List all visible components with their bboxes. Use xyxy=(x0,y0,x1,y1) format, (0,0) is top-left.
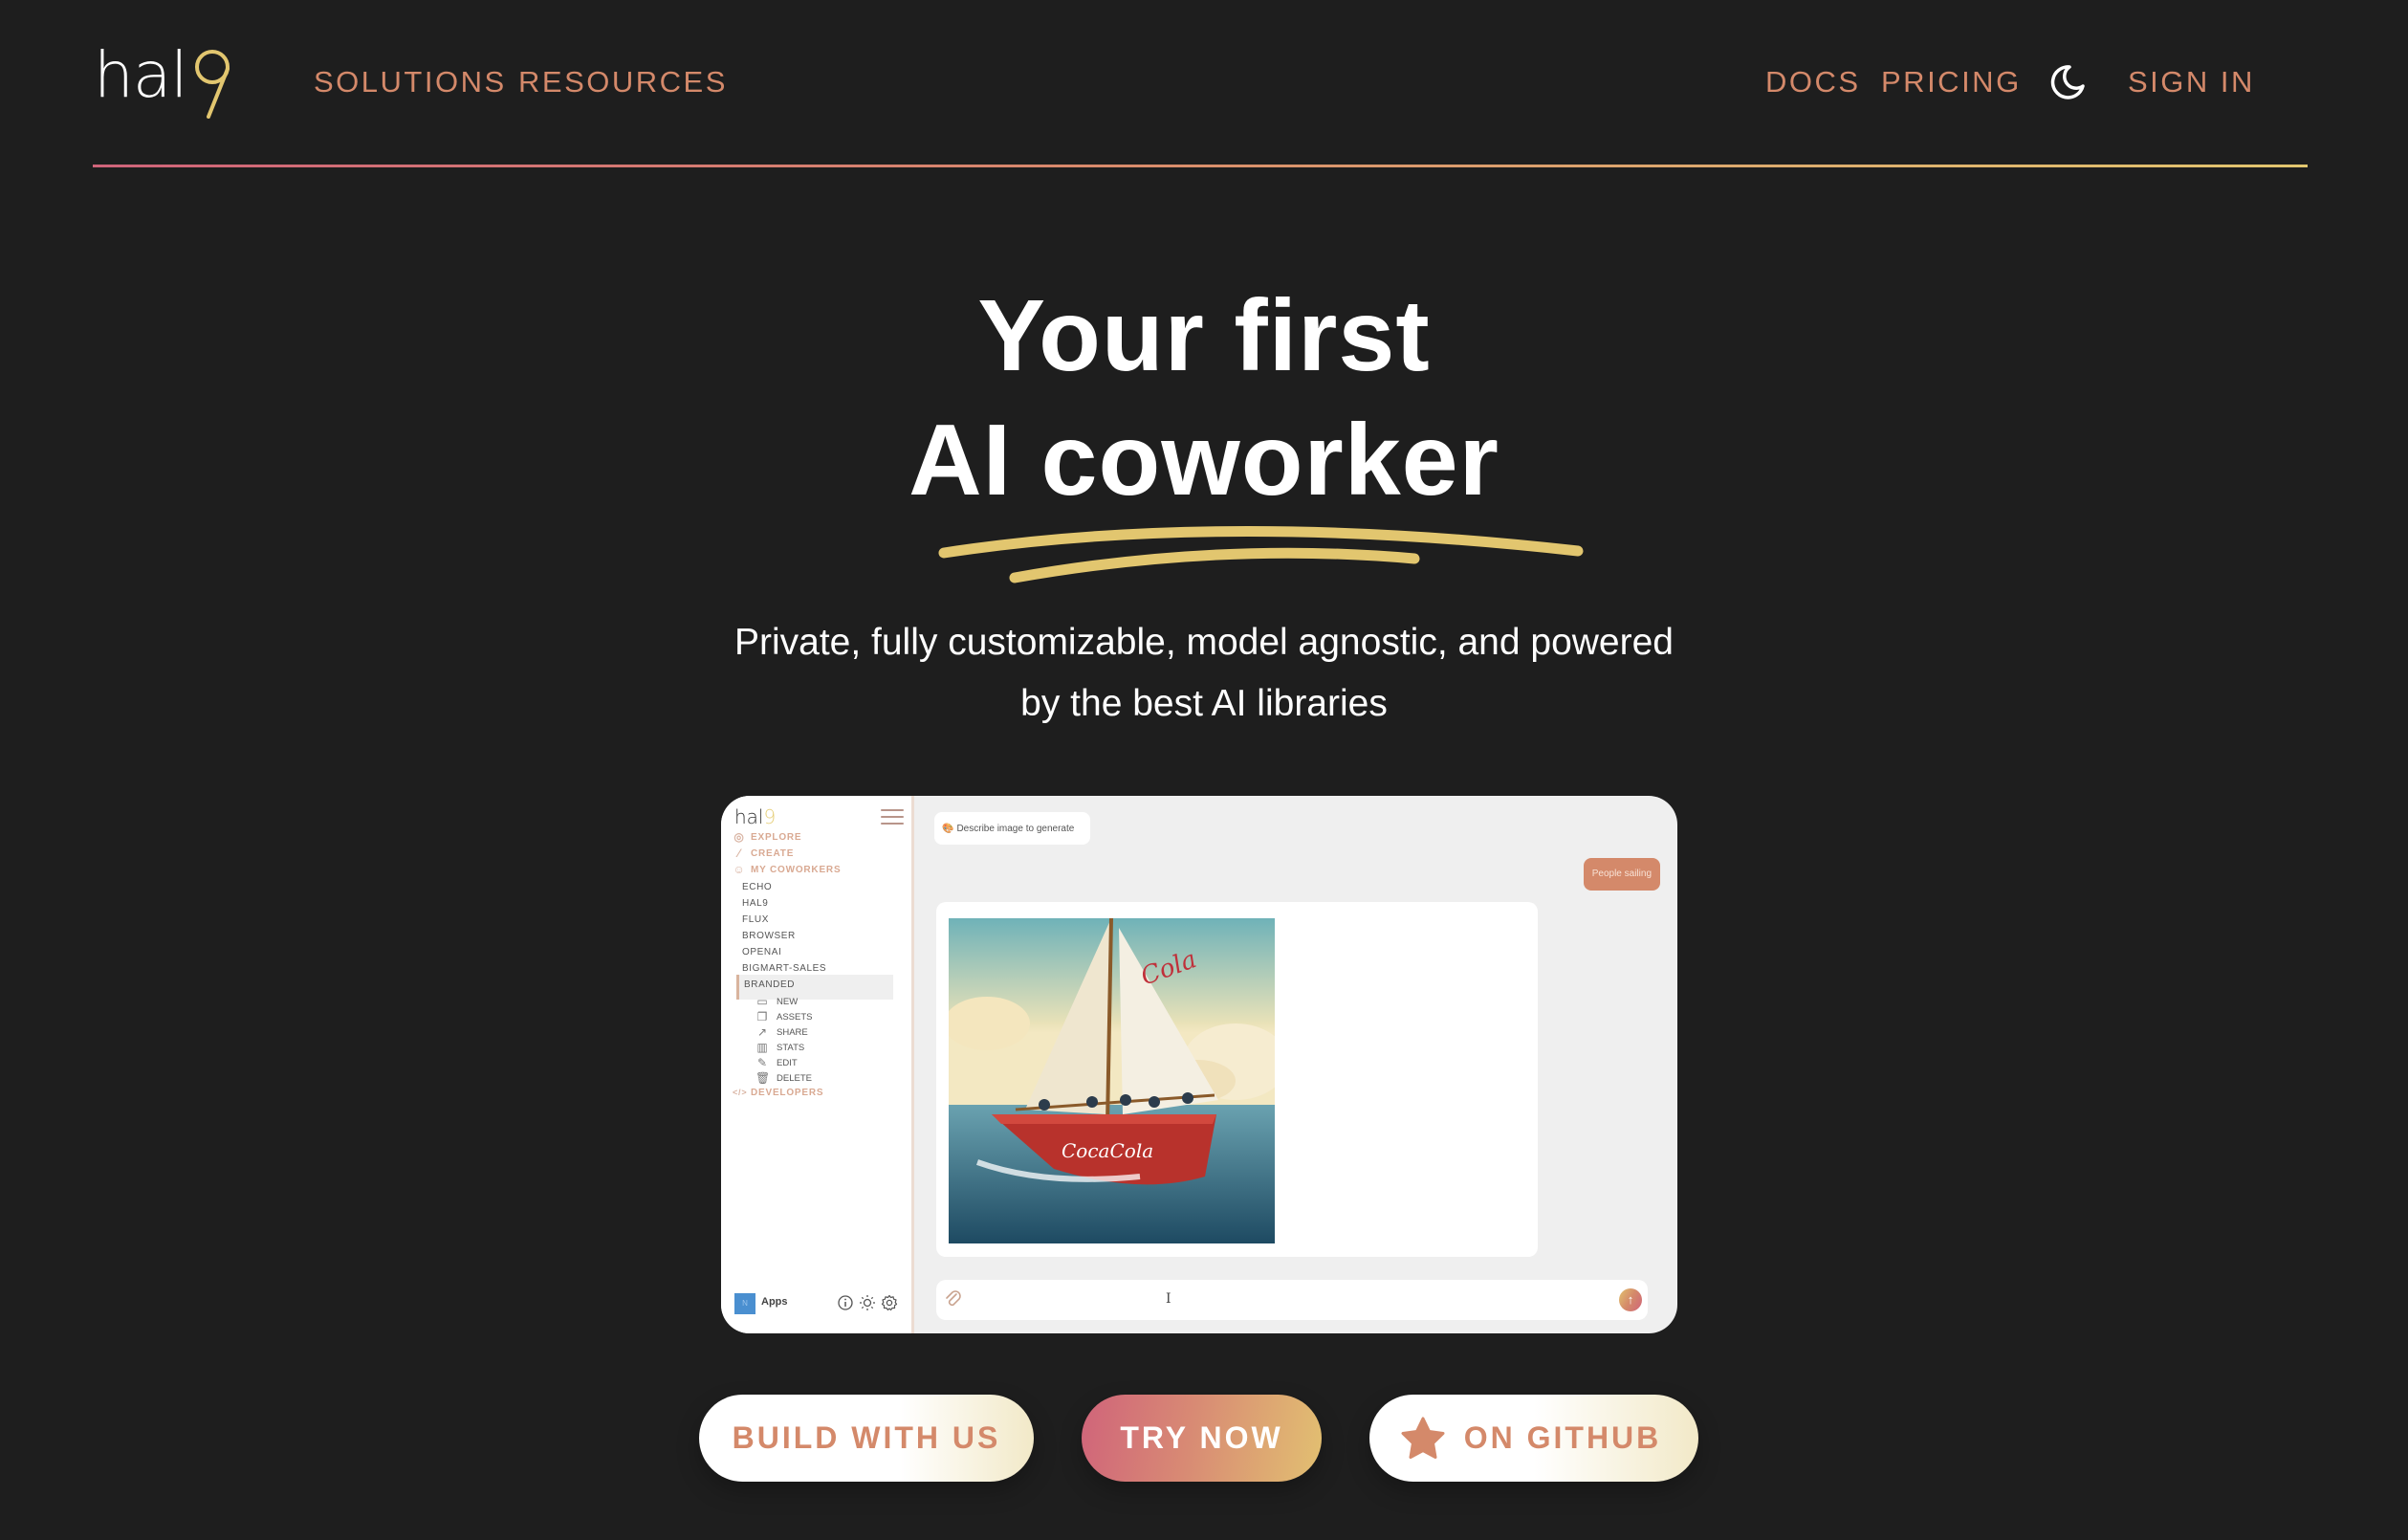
generated-image-card: Cola CocaCola xyxy=(936,902,1538,1257)
coworker-item[interactable]: FLUX xyxy=(742,914,769,925)
text-cursor-icon: I xyxy=(1166,1291,1171,1307)
hal9-logo[interactable]: hal xyxy=(94,42,247,119)
nav-resources[interactable]: RESOURCES xyxy=(518,61,728,103)
coworker-item[interactable]: OPENAI xyxy=(742,947,781,957)
build-with-us-button[interactable]: BUILD WITH US xyxy=(699,1395,1034,1482)
preview-nav-explore[interactable]: ◎ EXPLORE xyxy=(733,830,801,844)
logo-nine-glyph xyxy=(195,50,230,119)
coworker-item-selected[interactable]: BRANDED xyxy=(744,979,795,990)
share-icon: ↗ xyxy=(756,1025,768,1039)
action-label: DELETE xyxy=(777,1072,812,1084)
hero-subtitle-line-2: by the best AI libraries xyxy=(1020,683,1388,724)
coworker-action-edit[interactable]: ✎ EDIT xyxy=(755,1056,798,1069)
preview-nav-label: EXPLORE xyxy=(751,831,802,843)
preview-sidebar: hal9 ◎ EXPLORE ⁄ CREATE ☺ MY COWORKERS ECHO… xyxy=(721,796,914,1333)
coworker-item[interactable]: ECHO xyxy=(742,882,772,892)
preview-logo-nine: 9 xyxy=(763,805,777,828)
paperclip-icon[interactable] xyxy=(944,1289,963,1310)
sailboat-illustration: Cola CocaCola xyxy=(949,918,1275,1243)
action-label: STATS xyxy=(777,1042,805,1053)
app-preview-screenshot: hal9 ◎ EXPLORE ⁄ CREATE ☺ MY COWORKERS ECHO… xyxy=(721,796,1677,1333)
robot-icon: ☺ xyxy=(733,863,746,876)
workspace-label: Apps xyxy=(761,1296,788,1308)
action-label: SHARE xyxy=(777,1026,808,1038)
bar-chart-icon: ▥ xyxy=(756,1041,768,1054)
coworker-item[interactable]: HAL9 xyxy=(742,898,768,909)
chat-bubbles-icon: ▭ xyxy=(756,995,768,1008)
hero-title-line-2: AI coworker xyxy=(908,404,1500,517)
preview-nav-label: CREATE xyxy=(751,847,795,859)
gear-icon[interactable] xyxy=(880,1293,899,1312)
hand-drawn-underline xyxy=(938,526,1584,583)
star-icon xyxy=(1401,1417,1445,1459)
workspace-avatar[interactable]: N xyxy=(734,1293,755,1314)
github-label: ON GITHUB xyxy=(1463,1420,1662,1455)
prompt-suggestion-chip[interactable]: 🎨 Describe image to generate xyxy=(934,812,1090,845)
github-star-button[interactable]: ON GITHUB xyxy=(1369,1395,1698,1482)
coworker-action-new[interactable]: ▭ NEW xyxy=(755,995,798,1008)
preview-nav-my-coworkers[interactable]: ☺ MY COWORKERS xyxy=(733,863,841,876)
svg-text:CocaCola: CocaCola xyxy=(1062,1139,1153,1162)
moon-icon xyxy=(2050,65,2085,99)
palette-icon: 🎨 xyxy=(942,823,954,834)
hero-subtitle-line-1: Private, fully customizable, model agnos… xyxy=(733,622,1674,663)
code-icon: </> xyxy=(733,1088,748,1097)
trash-icon: 🗑 xyxy=(755,1071,771,1085)
coworker-action-share[interactable]: ↗ SHARE xyxy=(755,1025,808,1039)
sun-icon[interactable] xyxy=(858,1293,877,1312)
coworker-item[interactable]: BROWSER xyxy=(742,931,796,941)
action-label: ASSETS xyxy=(777,1011,813,1023)
generated-sailboat-image[interactable]: Cola CocaCola xyxy=(949,918,1275,1243)
user-message-bubble: People sailing xyxy=(1583,858,1660,891)
coworker-action-stats[interactable]: ▥ STATS xyxy=(755,1041,804,1054)
edit-icon: ✎ xyxy=(756,1056,768,1069)
sign-in-link[interactable]: SIGN IN xyxy=(2128,61,2255,103)
try-now-button[interactable]: TRY NOW xyxy=(1082,1395,1322,1482)
coworker-action-assets[interactable]: ❐ ASSETS xyxy=(755,1010,813,1023)
theme-toggle-button[interactable] xyxy=(2047,61,2089,103)
copy-icon: ❐ xyxy=(756,1010,768,1023)
nav-docs[interactable]: DOCS xyxy=(1765,61,1861,103)
action-label: NEW xyxy=(777,996,799,1007)
preview-logo-text: hal xyxy=(734,805,764,828)
nav-pricing[interactable]: PRICING xyxy=(1881,61,2022,103)
preview-logo: hal9 xyxy=(734,805,776,828)
preview-nav-developers[interactable]: </> DEVELOPERS xyxy=(733,1086,823,1099)
logo-text: hal xyxy=(94,38,188,112)
hamburger-menu-icon[interactable] xyxy=(881,809,904,825)
chat-input[interactable]: I ↑ xyxy=(936,1280,1648,1320)
try-now-label: TRY NOW xyxy=(1120,1420,1283,1455)
build-with-us-label: BUILD WITH US xyxy=(732,1420,1001,1455)
send-button[interactable]: ↑ xyxy=(1619,1288,1642,1311)
magic-wand-icon: ⁄ xyxy=(737,847,741,860)
nav-solutions[interactable]: SOLUTIONS xyxy=(314,61,507,103)
arrow-up-icon: ↑ xyxy=(1627,1292,1634,1307)
prompt-chip-label: Describe image to generate xyxy=(956,823,1075,834)
action-label: EDIT xyxy=(777,1057,798,1068)
preview-nav-label: DEVELOPERS xyxy=(751,1087,824,1098)
info-icon[interactable] xyxy=(836,1293,855,1312)
preview-nav-create[interactable]: ⁄ CREATE xyxy=(733,847,794,860)
header-divider xyxy=(93,165,2308,167)
compass-icon: ◎ xyxy=(733,830,745,844)
hero-title-line-1: Your first xyxy=(977,279,1431,392)
coworker-item[interactable]: BIGMART-SALES xyxy=(742,963,826,974)
preview-nav-label: MY COWORKERS xyxy=(751,864,842,875)
coworker-action-delete[interactable]: 🗑 DELETE xyxy=(755,1071,812,1085)
